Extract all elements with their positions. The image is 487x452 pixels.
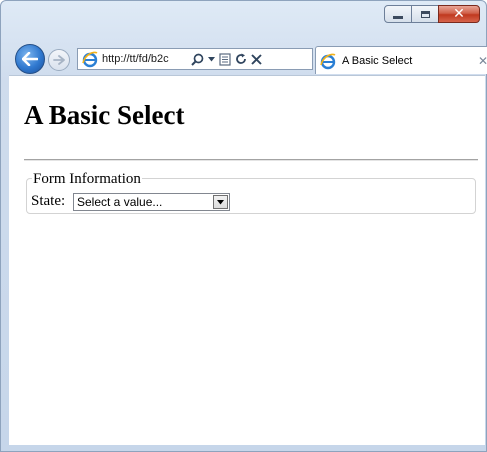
close-icon: ✕ [453,6,465,22]
minimize-icon [393,16,403,19]
maximize-icon [420,10,430,18]
compatibility-view-icon[interactable] [219,52,231,66]
state-label: State: [31,193,66,209]
state-select[interactable]: Select a value... [73,193,230,211]
minimize-button[interactable] [384,5,412,23]
back-button[interactable] [15,44,45,74]
back-arrow-icon [22,52,38,66]
fieldset-legend: Form Information [32,171,142,188]
forward-button[interactable] [48,49,70,71]
address-url: http://tt/fd/b2c [102,53,169,65]
window-controls: ✕ [384,5,480,23]
page-content: A Basic Select Form Information State: S… [9,75,485,445]
ie-logo-icon [320,53,336,69]
tab-active[interactable]: A Basic Select ✕ [315,46,487,74]
stop-icon[interactable] [251,53,262,65]
form-fieldset: Form Information State: Select a value..… [26,171,476,214]
state-select-value: Select a value... [77,195,163,209]
ie-logo-icon [82,51,98,68]
search-icon[interactable] [191,53,204,66]
close-tab-icon[interactable]: ✕ [478,54,487,68]
page-title: A Basic Select [24,100,185,130]
navigation-bar: http://tt/fd/b2c A Basic Select ✕ [15,44,487,74]
horizontal-rule [24,159,478,161]
dropdown-icon[interactable] [208,56,215,62]
tab-title: A Basic Select [342,54,413,67]
close-window-button[interactable]: ✕ [438,5,480,23]
address-bar[interactable]: http://tt/fd/b2c [77,48,313,70]
maximize-button[interactable] [411,5,439,23]
refresh-icon[interactable] [235,53,247,65]
chevron-down-icon[interactable] [213,195,228,209]
browser-window: ✕ http://tt/fd/b2c A Basic Select ✕ A Ba… [0,0,487,452]
forward-arrow-icon [53,55,65,65]
